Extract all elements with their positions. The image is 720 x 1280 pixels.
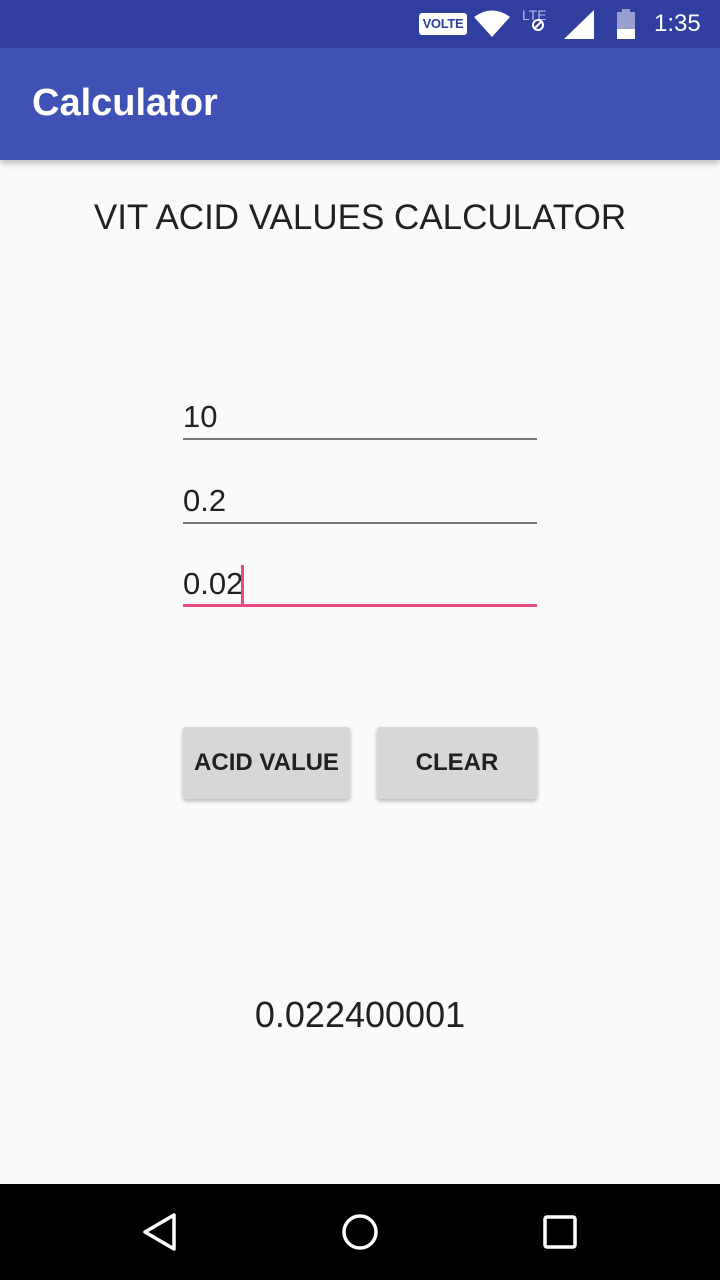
volte-badge: VOLTE — [419, 13, 467, 35]
input-field-1[interactable] — [183, 396, 537, 440]
recents-icon[interactable] — [540, 1212, 580, 1252]
clear-button[interactable]: CLEAR — [377, 727, 537, 799]
battery-icon — [617, 9, 635, 39]
app-bar: Calculator — [0, 48, 720, 160]
result-value: 0.022400001 — [254, 994, 466, 1035]
navigation-bar — [0, 1184, 720, 1280]
input-field-2[interactable] — [183, 480, 537, 524]
app-title: Calculator — [32, 82, 218, 124]
wifi-icon — [474, 10, 510, 37]
back-icon[interactable] — [140, 1212, 180, 1252]
page-heading: VIT ACID VALUES CALCULATOR — [93, 198, 627, 237]
signal-icon — [564, 10, 594, 39]
text-cursor — [241, 565, 244, 605]
status-bar: VOLTE LTE 1:35 — [0, 0, 720, 48]
acid-value-button[interactable]: ACID VALUE — [183, 727, 350, 799]
lte-icon — [532, 19, 544, 31]
home-icon[interactable] — [340, 1212, 380, 1252]
status-clock: 1:35 — [654, 10, 701, 37]
input-field-3[interactable] — [183, 563, 537, 607]
